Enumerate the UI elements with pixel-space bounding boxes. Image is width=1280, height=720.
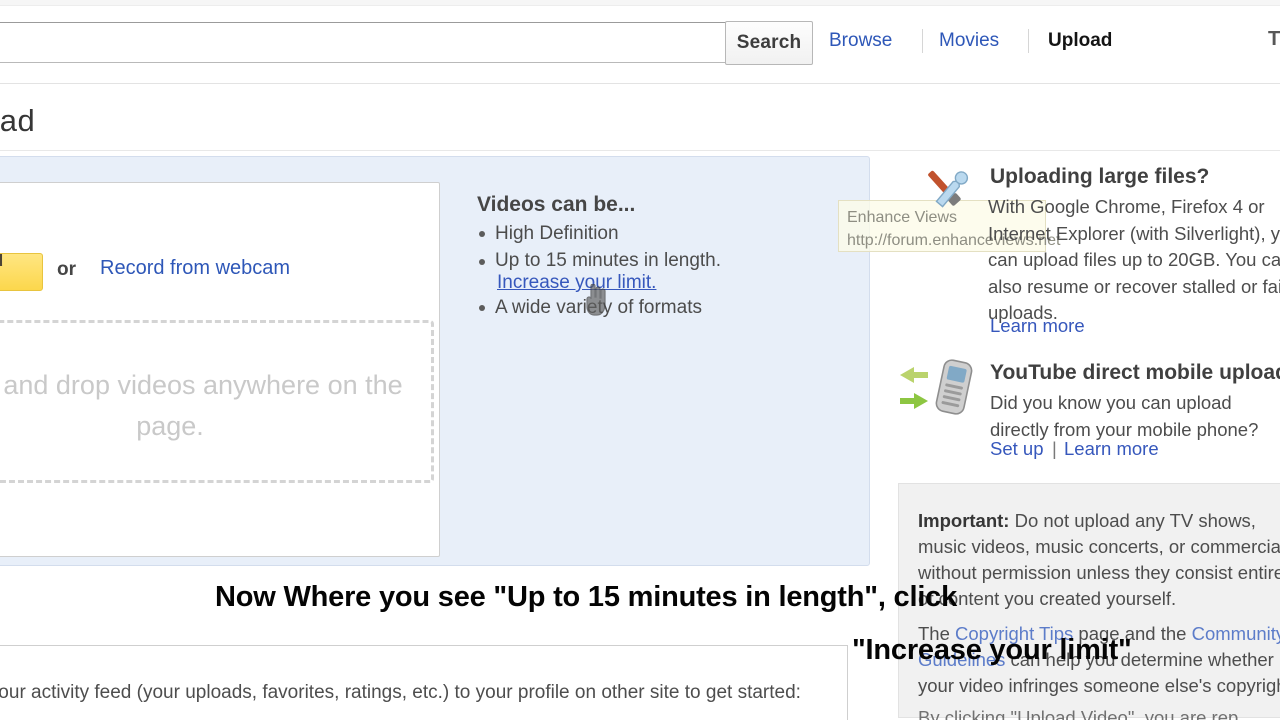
masthead-top-edge (0, 0, 1280, 6)
hand-cursor-icon (586, 284, 606, 316)
search-button[interactable]: Search (725, 21, 813, 65)
nav-link-browse[interactable]: Browse (829, 30, 892, 52)
or-label: or (57, 259, 76, 280)
title-divider (0, 150, 1280, 151)
search-input[interactable] (0, 22, 730, 63)
nav-truncated-right-item[interactable]: T (1268, 28, 1280, 51)
caption-line-2: "Increase your limit" (852, 634, 1132, 666)
nav-link-upload[interactable]: Upload (1048, 30, 1112, 52)
important-label: Important: (918, 510, 1010, 531)
videos-can-be-heading: Videos can be... (477, 193, 636, 216)
mobile-upload-heading: YouTube direct mobile upload (990, 361, 1280, 384)
important-notice-text: Important: Do not upload any TV shows, m… (918, 508, 1280, 612)
bullet-icon (479, 259, 485, 265)
uploading-large-files-body: With Google Chrome, Firefox 4 or Interne… (988, 196, 1280, 323)
mobile-phone-icon (900, 359, 973, 415)
nav-separator (922, 29, 923, 53)
page-title: Upload (0, 103, 36, 138)
dropzone-label: Drag and drop videos anywhere on the pag… (0, 370, 403, 441)
increase-your-limit-link[interactable]: Increase your limit. (497, 272, 656, 294)
bullet-icon (479, 231, 485, 237)
mobile-set-up-link[interactable]: Set up (990, 438, 1044, 460)
activity-feed-text: share your activity feed (your uploads, … (0, 682, 801, 703)
upload-agreement-text: By clicking "Upload Video", you are rep (918, 707, 1239, 720)
bullet-icon (479, 305, 485, 311)
uploading-large-files-heading: Uploading large files? (990, 165, 1210, 188)
upload-video-button[interactable]: Upload video (0, 253, 43, 291)
record-from-webcam-link[interactable]: Record from webcam (100, 257, 290, 280)
mobile-learn-more-link[interactable]: Learn more (1064, 438, 1159, 460)
link-separator: | (1052, 438, 1057, 459)
tools-icon (928, 170, 969, 208)
youtube-upload-page-screenshot: Search Browse Movies Upload T Upload Upl… (0, 0, 1280, 720)
caption-line-1: Now Where you see "Up to 15 minutes in l… (215, 581, 958, 613)
mobile-upload-body: Did you know you can upload directly fro… (990, 392, 1259, 440)
videos-can-be-item-length: Up to 15 minutes in length. (495, 250, 722, 271)
large-files-learn-more-link[interactable]: Learn more (990, 315, 1085, 337)
nav-link-movies[interactable]: Movies (939, 30, 999, 52)
nav-separator (1028, 29, 1029, 53)
videos-can-be-item-hd: High Definition (495, 223, 619, 244)
